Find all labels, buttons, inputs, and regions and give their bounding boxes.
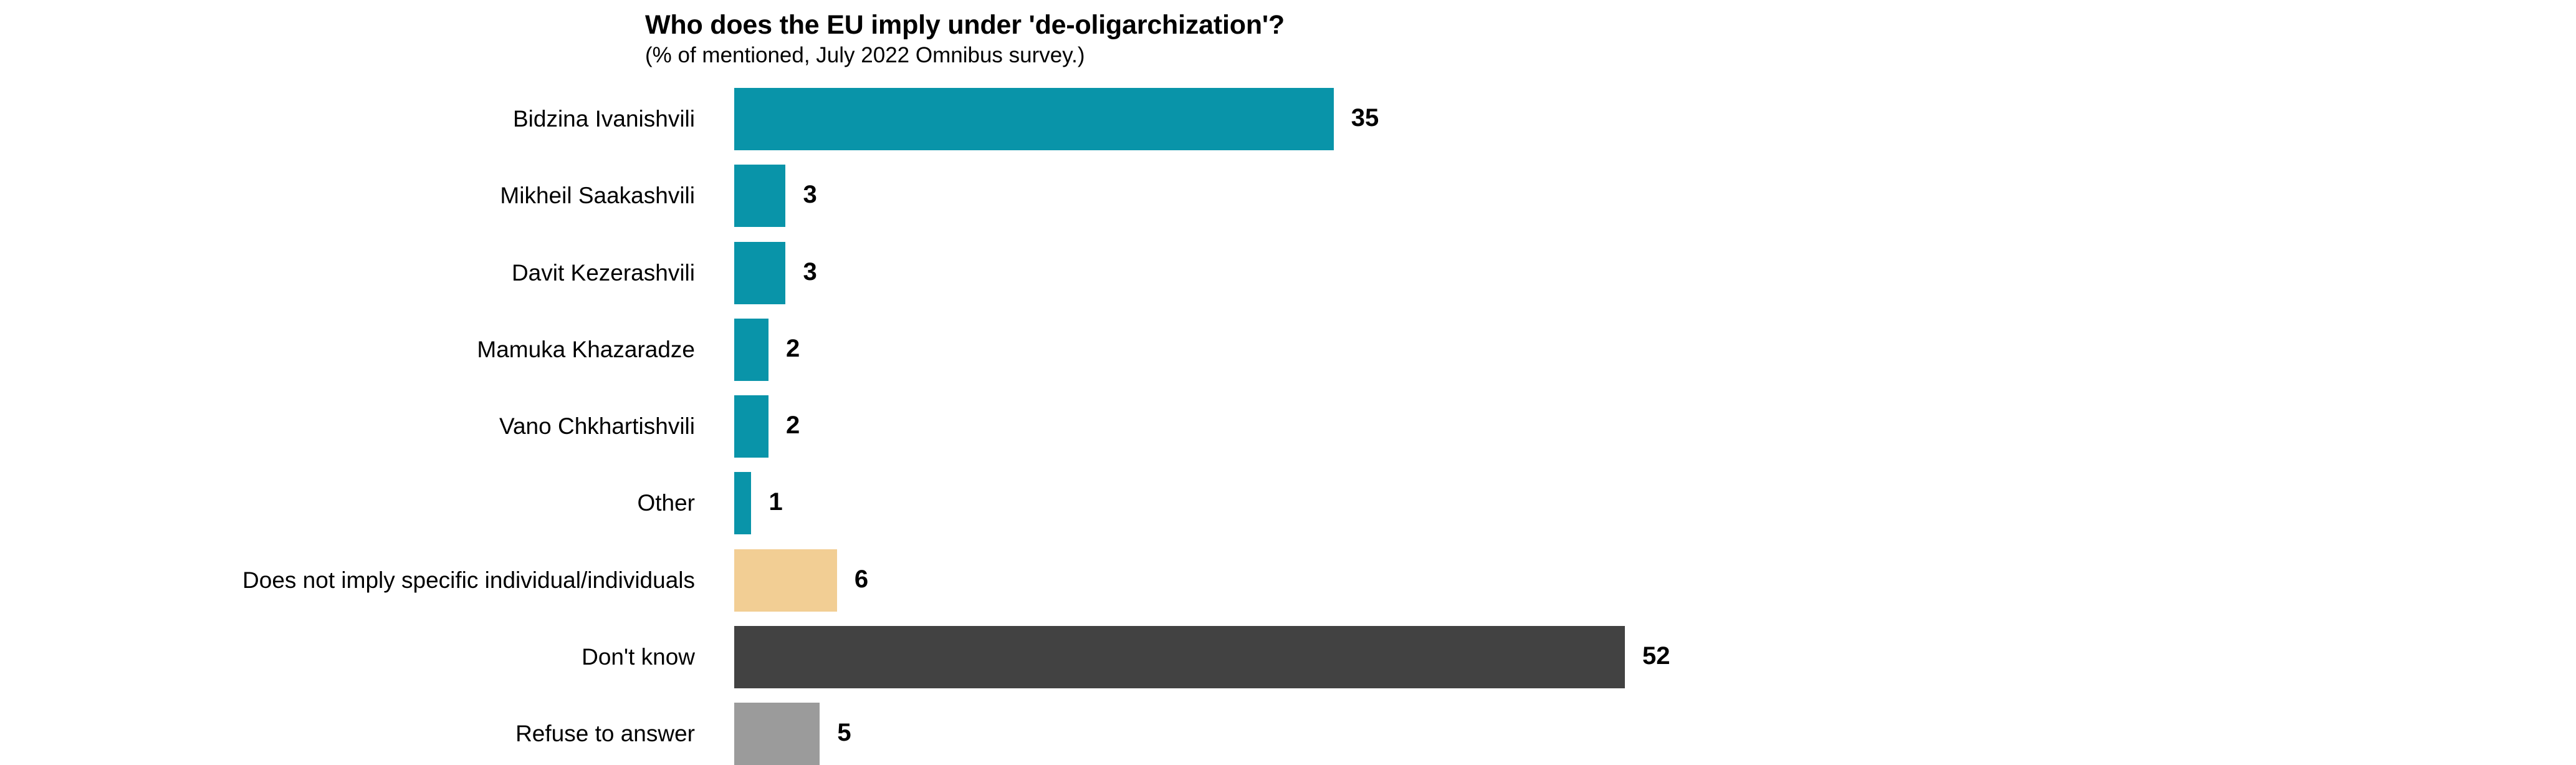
bar-value-label: 3 [803, 181, 817, 209]
bar-row: Bidzina Ivanishvili 35 [0, 88, 2576, 150]
category-label: Other [637, 490, 695, 516]
bar[interactable] [734, 88, 1334, 150]
bar-value-label: 6 [854, 565, 869, 593]
bar[interactable] [734, 165, 786, 228]
bar[interactable] [734, 625, 1625, 688]
bar-row: Davit Kezerashvili 3 [0, 241, 2576, 304]
category-label: Don't know [582, 643, 695, 670]
bar-value-label: 1 [768, 488, 783, 516]
bar[interactable] [734, 549, 837, 612]
bar-row: Refuse to answer 5 [0, 703, 2576, 765]
bar-value-label: 2 [785, 334, 800, 362]
bar-row: Don't know 52 [0, 625, 2576, 688]
bar[interactable] [734, 395, 768, 458]
bar-row: Other 1 [0, 472, 2576, 535]
bar[interactable] [734, 703, 820, 765]
bar-value-label: 5 [837, 719, 851, 746]
bar[interactable] [734, 241, 786, 304]
bar[interactable] [734, 318, 768, 381]
bar-value-label: 35 [1351, 104, 1379, 132]
category-label: Refuse to answer [515, 721, 695, 746]
category-label: Does not imply specific individual/indiv… [242, 567, 695, 593]
category-label: Mamuka Khazaradze [477, 336, 695, 362]
bar-chart-figure: Who does the EU imply under 'de-oligarch… [0, 0, 2576, 765]
bar-row: Does not imply specific individual/indiv… [0, 549, 2576, 612]
category-label: Mikheil Saakashvili [500, 183, 695, 209]
bar-row: Vano Chkhartishvili 2 [0, 395, 2576, 458]
category-label: Davit Kezerashvili [511, 259, 695, 286]
bar-value-label: 52 [1642, 642, 1670, 670]
bar[interactable] [734, 472, 752, 535]
bar-value-label: 2 [785, 411, 800, 439]
category-label: Vano Chkhartishvili [499, 413, 695, 439]
plot-area: Bidzina Ivanishvili 35 Mikheil Saakashvili… [0, 0, 2576, 765]
bar-value-label: 3 [803, 257, 817, 286]
category-label: Bidzina Ivanishvili [512, 106, 695, 132]
bar-row: Mamuka Khazaradze 2 [0, 318, 2576, 381]
bar-row: Mikheil Saakashvili 3 [0, 165, 2576, 228]
